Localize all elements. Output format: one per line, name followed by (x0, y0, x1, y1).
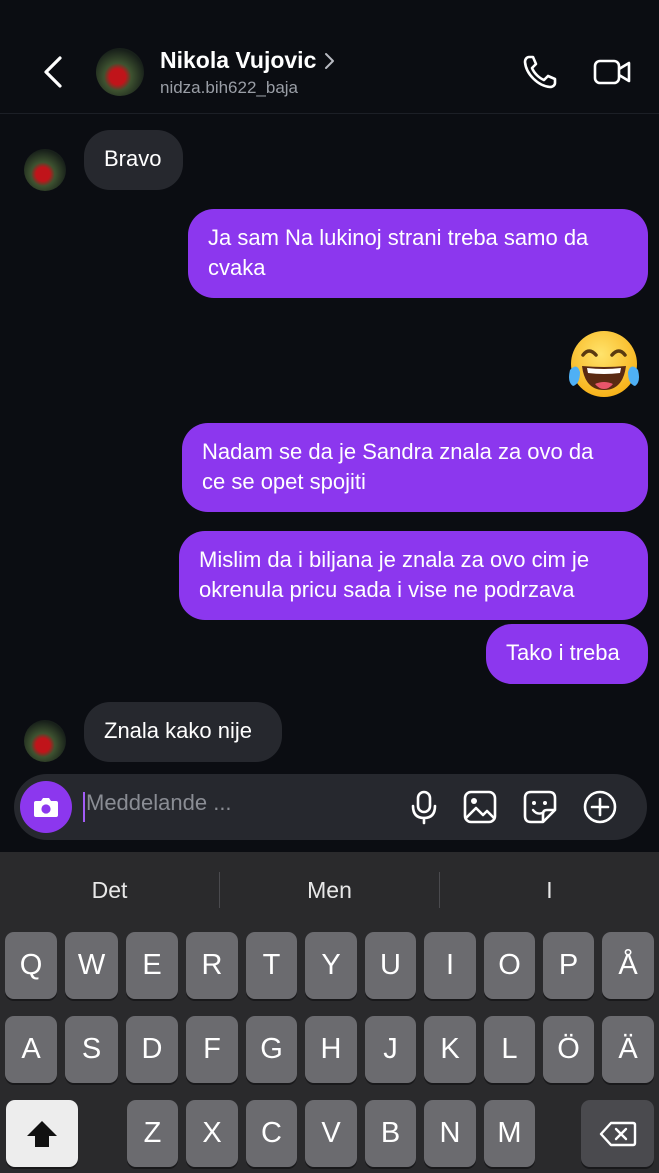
key[interactable]: E (126, 932, 178, 999)
key[interactable]: Y (305, 932, 357, 999)
message-text: ce se opet spojiti (202, 469, 366, 494)
contact-avatar[interactable] (96, 48, 144, 96)
message-text: Nadam se da je Sandra znala za ovo da (202, 439, 594, 464)
contact-name-row[interactable]: Nikola Vujovic (160, 47, 336, 74)
key[interactable]: F (186, 1016, 238, 1083)
key[interactable]: Z (127, 1100, 178, 1167)
message-input[interactable]: Meddelande ... (86, 790, 232, 816)
message-text: cvaka (208, 255, 266, 280)
keyboard: Det Men I Q W E R T Y U I O P Å A S D F … (0, 852, 659, 1173)
key[interactable]: R (186, 932, 238, 999)
key[interactable]: J (365, 1016, 416, 1083)
key[interactable]: N (424, 1100, 476, 1167)
message-text: Znala kako nije (104, 718, 252, 743)
key[interactable]: K (424, 1016, 476, 1083)
message-text: okrenula pricu sada i vise ne podrzava (199, 577, 575, 602)
gallery-icon[interactable] (461, 788, 499, 826)
contact-name[interactable]: Nikola Vujovic (160, 47, 316, 74)
message-outgoing[interactable]: Mislim da i biljana je znala za ovo cim … (179, 531, 648, 620)
key[interactable]: C (246, 1100, 297, 1167)
text-cursor (83, 792, 85, 822)
key[interactable]: I (424, 932, 476, 999)
message-text: Tako i treba (506, 640, 620, 665)
key[interactable]: X (186, 1100, 238, 1167)
chat-header: Nikola Vujovic nidza.bih622_baja (0, 0, 659, 114)
sticker-icon[interactable] (521, 788, 559, 826)
message-incoming[interactable]: Znala kako nije (84, 702, 282, 762)
message-text: Bravo (104, 146, 162, 171)
key[interactable]: L (484, 1016, 535, 1083)
backspace-icon (599, 1121, 636, 1146)
camera-button[interactable] (20, 781, 72, 833)
suggestion-1[interactable]: Det (0, 852, 219, 928)
suggestion-3[interactable]: I (440, 852, 659, 928)
key[interactable]: W (65, 932, 118, 999)
key[interactable]: U (365, 932, 416, 999)
phone-call-icon[interactable] (520, 52, 560, 92)
key[interactable]: S (65, 1016, 118, 1083)
face-with-tears-of-joy-icon[interactable] (565, 328, 643, 402)
key[interactable]: Ä (602, 1016, 654, 1083)
key[interactable]: V (305, 1100, 357, 1167)
key[interactable]: T (246, 932, 297, 999)
message-text: Mislim da i biljana je znala za ovo cim … (199, 547, 590, 572)
shift-key[interactable] (6, 1100, 78, 1167)
key[interactable]: Ö (543, 1016, 594, 1083)
camera-icon (34, 798, 58, 817)
key[interactable]: B (365, 1100, 416, 1167)
key[interactable]: M (484, 1100, 535, 1167)
message-outgoing[interactable]: Tako i treba (486, 624, 648, 684)
video-call-icon[interactable] (592, 54, 632, 90)
sender-avatar[interactable] (24, 720, 66, 762)
key[interactable]: P (543, 932, 594, 999)
sender-avatar[interactable] (24, 149, 66, 191)
key[interactable]: Q (5, 932, 57, 999)
shift-arrow-icon (27, 1120, 57, 1147)
key[interactable]: G (246, 1016, 297, 1083)
key[interactable]: O (484, 932, 535, 999)
chevron-right-icon (325, 52, 335, 69)
key[interactable]: H (305, 1016, 357, 1083)
key[interactable]: Å (602, 932, 654, 999)
microphone-icon[interactable] (405, 788, 443, 826)
contact-username: nidza.bih622_baja (160, 78, 299, 97)
suggestion-2[interactable]: Men (220, 852, 439, 928)
message-outgoing[interactable]: Ja sam Na lukinoj strani treba samo da c… (188, 209, 648, 298)
plus-icon[interactable] (581, 788, 619, 826)
key[interactable]: A (5, 1016, 57, 1083)
message-composer: Meddelande ... (14, 774, 647, 840)
message-incoming[interactable]: Bravo (84, 130, 183, 190)
key[interactable]: D (126, 1016, 178, 1083)
message-text: Ja sam Na lukinoj strani treba samo da (208, 225, 589, 250)
message-outgoing[interactable]: Nadam se da je Sandra znala za ovo da ce… (182, 423, 648, 512)
back-arrow-icon[interactable] (38, 52, 72, 92)
backspace-key[interactable] (581, 1100, 654, 1167)
